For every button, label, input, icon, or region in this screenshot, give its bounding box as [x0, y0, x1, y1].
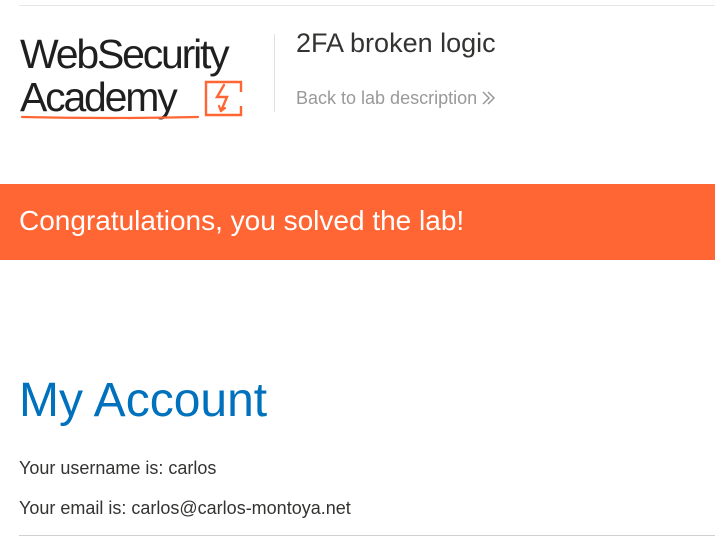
bottom-divider [19, 535, 715, 536]
solved-message: Congratulations, you solved the lab! [19, 205, 465, 236]
lightning-bolt-box-icon [20, 80, 243, 120]
page-title: My Account [19, 374, 268, 427]
lab-header: WebSecurity Academy 2FA broken logic Bac… [0, 0, 715, 180]
email-text: Your email is: carlos@carlos-montoya.net [19, 498, 351, 518]
lab-title: 2FA broken logic [296, 28, 496, 58]
academy-logo[interactable]: WebSecurity Academy [20, 26, 272, 122]
username-text: Your username is: carlos [19, 458, 217, 478]
back-to-lab-description-link[interactable]: Back to lab description [296, 87, 497, 109]
double-chevron-right-icon [482, 91, 496, 105]
back-link-label: Back to lab description [296, 88, 478, 108]
lab-solved-banner: Congratulations, you solved the lab! [0, 184, 715, 260]
page: WebSecurity Academy 2FA broken logic Bac… [0, 0, 715, 537]
header-divider [274, 34, 275, 112]
